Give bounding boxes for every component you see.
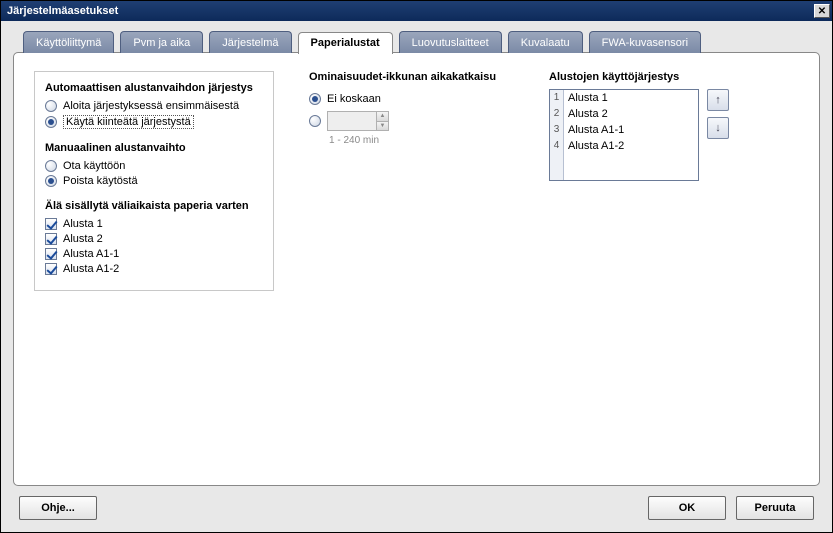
tab-system[interactable]: Järjestelmä xyxy=(209,31,291,53)
row-num: 4 xyxy=(550,138,563,154)
checkbox-icon xyxy=(45,248,57,260)
tray-order-list[interactable]: 1 2 3 4 Alusta 1 Alusta 2 Alusta A1-1 Al… xyxy=(549,89,699,181)
radio-fixed-order[interactable]: Käytä kiinteätä järjestystä xyxy=(45,115,263,129)
close-icon: ✕ xyxy=(818,6,826,17)
radio-icon xyxy=(45,100,57,112)
cancel-button[interactable]: Peruuta xyxy=(736,496,814,520)
row-num: 1 xyxy=(550,90,563,106)
auto-switch-title: Automaattisen alustanvaihdon järjestys xyxy=(45,82,263,94)
tab-output[interactable]: Luovutuslaitteet xyxy=(399,31,502,53)
tab-quality[interactable]: Kuvalaatu xyxy=(508,31,583,53)
radio-manual-enable-label: Ota käyttöön xyxy=(63,160,125,172)
list-item[interactable]: Alusta A1-1 xyxy=(564,122,698,138)
timeout-spinner[interactable]: ▲ ▼ xyxy=(327,111,389,131)
radio-manual-enable[interactable]: Ota käyttöön xyxy=(45,160,263,172)
help-button[interactable]: Ohje... xyxy=(19,496,97,520)
radio-manual-disable-label: Poista käytöstä xyxy=(63,175,138,187)
check-tray-a12-label: Alusta A1-2 xyxy=(63,263,119,275)
radio-timeout-never[interactable]: Ei koskaan xyxy=(309,93,519,105)
timeout-title: Ominaisuudet-ikkunan aikakatkaisu xyxy=(309,71,519,83)
radio-icon xyxy=(309,93,321,105)
arrow-down-icon: ↓ xyxy=(715,122,721,134)
radio-timeout-value-row: ▲ ▼ xyxy=(309,111,519,131)
spinner-buttons: ▲ ▼ xyxy=(376,112,388,130)
list-item[interactable]: Alusta A1-2 xyxy=(564,138,698,154)
window-title: Järjestelmäasetukset xyxy=(7,5,118,17)
check-tray-a12[interactable]: Alusta A1-2 xyxy=(45,263,263,275)
order-wrap: 1 2 3 4 Alusta 1 Alusta 2 Alusta A1-1 Al… xyxy=(549,89,799,181)
list-item[interactable]: Alusta 1 xyxy=(564,90,698,106)
manual-switch-title: Manuaalinen alustanvaihto xyxy=(45,142,263,154)
tab-datetime[interactable]: Pvm ja aika xyxy=(120,31,203,53)
middle-column: Ominaisuudet-ikkunan aikakatkaisu Ei kos… xyxy=(309,71,519,467)
close-button[interactable]: ✕ xyxy=(814,4,830,18)
tab-strip: Käyttöliittymä Pvm ja aika Järjestelmä P… xyxy=(23,31,820,53)
spinner-up-icon[interactable]: ▲ xyxy=(377,112,388,122)
check-tray-2-label: Alusta 2 xyxy=(63,233,103,245)
order-title: Alustojen käyttöjärjestys xyxy=(549,71,799,83)
checkbox-icon xyxy=(45,233,57,245)
options-group: Automaattisen alustanvaihdon järjestys A… xyxy=(34,71,274,291)
check-tray-a11-label: Alusta A1-1 xyxy=(63,248,119,260)
radio-start-first[interactable]: Aloita järjestyksessä ensimmäisestä xyxy=(45,100,263,112)
ok-button[interactable]: OK xyxy=(648,496,726,520)
move-down-button[interactable]: ↓ xyxy=(707,117,729,139)
list-item[interactable]: Alusta 2 xyxy=(564,106,698,122)
checkbox-icon xyxy=(45,263,57,275)
arrow-up-icon: ↑ xyxy=(715,94,721,106)
row-num: 3 xyxy=(550,122,563,138)
timeout-input[interactable] xyxy=(328,112,376,130)
checkbox-icon xyxy=(45,218,57,230)
check-tray-1-label: Alusta 1 xyxy=(63,218,103,230)
move-up-button[interactable]: ↑ xyxy=(707,89,729,111)
tab-fwa[interactable]: FWA-kuvasensori xyxy=(589,31,701,53)
dialog-footer: Ohje... OK Peruuta xyxy=(13,486,820,524)
footer-right: OK Peruuta xyxy=(648,496,814,520)
settings-window: Järjestelmäasetukset ✕ Käyttöliittymä Pv… xyxy=(0,0,833,533)
radio-timeout-never-label: Ei koskaan xyxy=(327,93,381,105)
radio-manual-disable[interactable]: Poista käytöstä xyxy=(45,175,263,187)
order-move-buttons: ↑ ↓ xyxy=(707,89,729,181)
radio-icon xyxy=(45,160,57,172)
radio-start-first-label: Aloita järjestyksessä ensimmäisestä xyxy=(63,100,239,112)
order-row-numbers: 1 2 3 4 xyxy=(550,90,564,180)
order-items: Alusta 1 Alusta 2 Alusta A1-1 Alusta A1-… xyxy=(564,90,698,180)
content-area: Käyttöliittymä Pvm ja aika Järjestelmä P… xyxy=(1,21,832,532)
row-num: 2 xyxy=(550,106,563,122)
check-tray-1[interactable]: Alusta 1 xyxy=(45,218,263,230)
tab-panel: Automaattisen alustanvaihdon järjestys A… xyxy=(13,52,820,486)
titlebar: Järjestelmäasetukset ✕ xyxy=(1,1,832,21)
radio-fixed-order-label: Käytä kiinteätä järjestystä xyxy=(63,115,194,129)
check-tray-2[interactable]: Alusta 2 xyxy=(45,233,263,245)
left-column: Automaattisen alustanvaihdon järjestys A… xyxy=(34,71,279,467)
radio-icon xyxy=(45,116,57,128)
radio-icon xyxy=(45,175,57,187)
radio-timeout-value[interactable] xyxy=(309,115,321,127)
tab-ui[interactable]: Käyttöliittymä xyxy=(23,31,114,53)
timeout-hint: 1 - 240 min xyxy=(329,135,519,146)
spinner-down-icon[interactable]: ▼ xyxy=(377,122,388,131)
check-tray-a11[interactable]: Alusta A1-1 xyxy=(45,248,263,260)
exclude-title: Älä sisällytä väliaikaista paperia varte… xyxy=(45,200,263,212)
tab-trays[interactable]: Paperialustat xyxy=(298,32,393,54)
right-column: Alustojen käyttöjärjestys 1 2 3 4 Alusta… xyxy=(549,71,799,467)
